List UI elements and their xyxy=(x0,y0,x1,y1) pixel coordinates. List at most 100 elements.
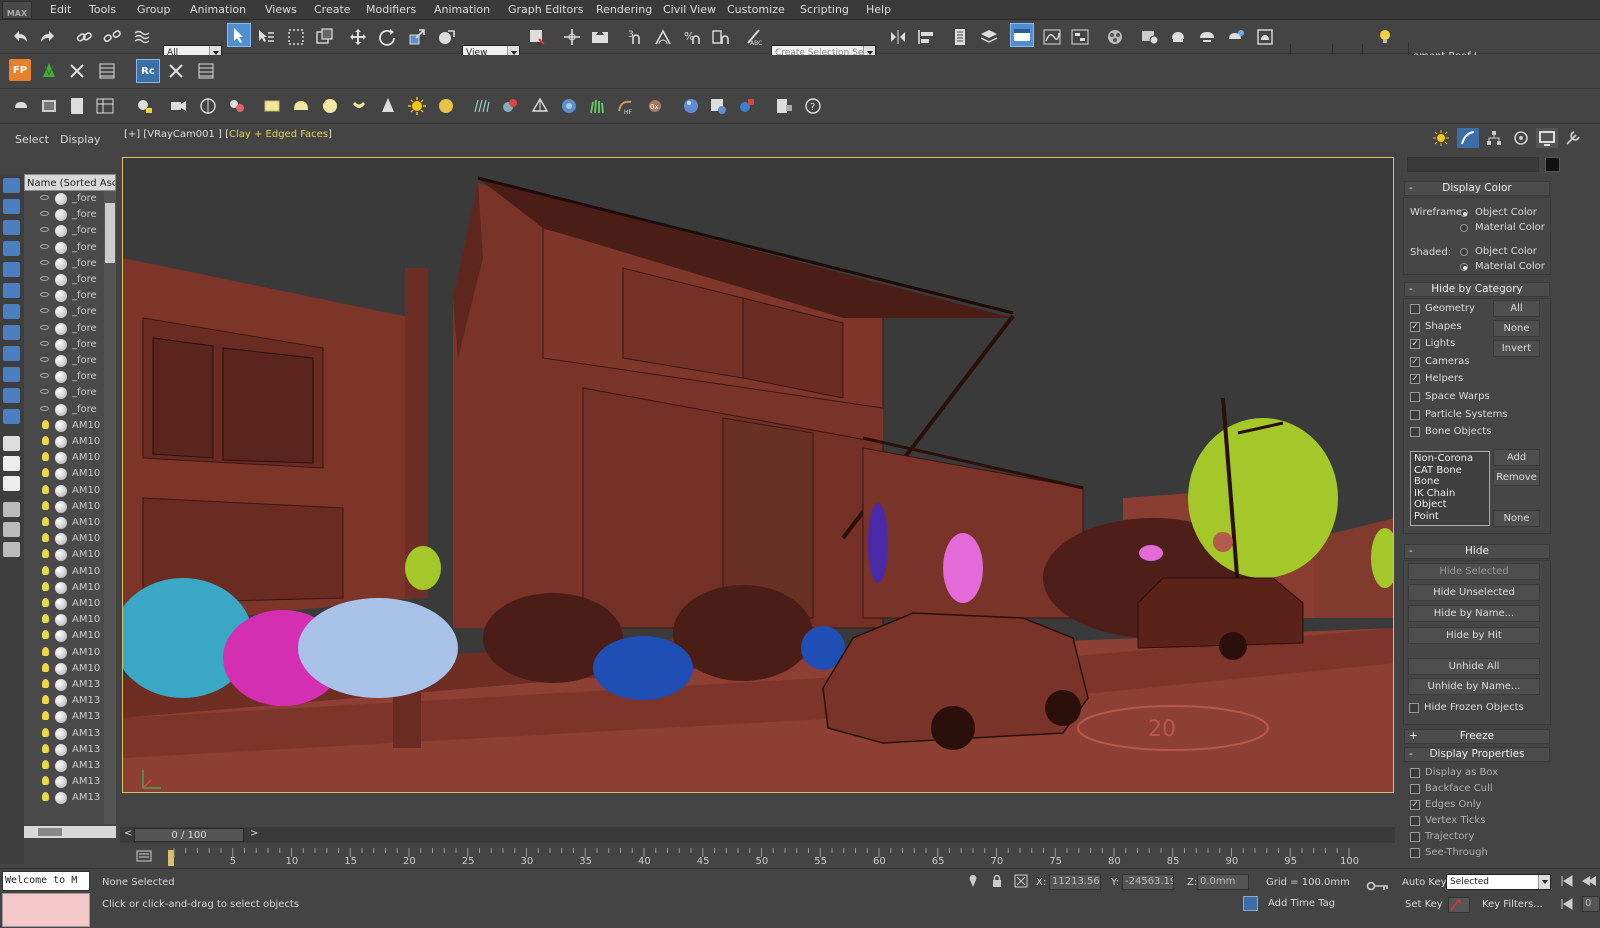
unhide-all-button[interactable]: Unhide All xyxy=(1408,658,1540,675)
category-space-warps-checkbox[interactable] xyxy=(1410,392,1420,402)
mini-curve-editor-icon[interactable] xyxy=(136,848,152,864)
category-add-button[interactable]: Add xyxy=(1493,449,1540,466)
ribbon-toggle-icon[interactable] xyxy=(1010,23,1034,47)
menu-tools[interactable]: Tools xyxy=(89,3,116,16)
list-item[interactable]: AM10 xyxy=(24,434,104,450)
tab-select[interactable]: Select xyxy=(15,133,49,146)
category-filter-list[interactable]: Non-Corona CAT Bone Bone IK Chain Object Poi… xyxy=(1410,451,1490,526)
list-item[interactable]: AM13 xyxy=(24,726,104,742)
list-item[interactable]: _fore xyxy=(24,191,104,207)
eye-icon[interactable] xyxy=(40,373,49,379)
list-item[interactable]: AM10 xyxy=(24,580,104,596)
list-item[interactable]: _fore xyxy=(24,207,104,223)
light-lister-icon[interactable] xyxy=(93,94,117,118)
track-bar[interactable]: 5 10 15 20 25 30 35 40 45 50 55 60 65 70 75 80 85 90 95 100 xyxy=(120,844,1395,868)
light-bulb-icon[interactable] xyxy=(42,581,49,591)
display-spacewarps-icon[interactable] xyxy=(3,304,20,319)
light-bulb-icon[interactable] xyxy=(42,646,49,656)
material-map-icon[interactable] xyxy=(706,94,730,118)
x-coordinate-field[interactable]: 11213.563 xyxy=(1049,874,1101,890)
list-item[interactable]: AM13 xyxy=(24,693,104,709)
render-iterative-icon[interactable] xyxy=(1224,25,1248,49)
category-none-button[interactable]: None xyxy=(1493,320,1540,337)
menu-views[interactable]: Views xyxy=(265,3,297,16)
dome-light-icon[interactable] xyxy=(289,94,313,118)
hide-rollout[interactable]: - Hide xyxy=(1404,544,1550,559)
ies-light-icon[interactable] xyxy=(376,94,400,118)
light-bulb-icon[interactable] xyxy=(42,484,49,494)
place-icon[interactable] xyxy=(434,25,458,49)
list-item[interactable]: AM13 xyxy=(24,790,104,806)
category-particle-systems-checkbox[interactable] xyxy=(1410,409,1420,420)
light-bulb-icon[interactable] xyxy=(42,419,49,429)
hide-by-hit-button[interactable]: Hide by Hit xyxy=(1408,627,1540,644)
z-coordinate-field[interactable]: 0.0mm xyxy=(1197,874,1249,890)
menu-animation[interactable]: Animation xyxy=(190,3,246,16)
unhide-by-name-button[interactable]: Unhide by Name... xyxy=(1408,678,1540,695)
bind-space-warp-icon[interactable] xyxy=(130,25,154,49)
light-bulb-icon[interactable] xyxy=(42,727,49,737)
teapot-render-icon[interactable] xyxy=(9,94,33,118)
layer-explorer-icon[interactable] xyxy=(977,25,1001,49)
menu-civil-view[interactable]: Civil View xyxy=(663,3,716,16)
edit-named-selection-icon[interactable]: ABC xyxy=(742,25,766,49)
select-and-manipulate-icon[interactable] xyxy=(560,25,584,49)
material-editor-icon[interactable] xyxy=(1103,25,1127,49)
y-coordinate-field[interactable]: -24563.19 xyxy=(1122,874,1174,890)
list-item[interactable]: _fore xyxy=(24,321,104,337)
light-bulb-icon[interactable] xyxy=(42,452,49,462)
create-tab-icon[interactable] xyxy=(1430,128,1452,148)
display-cameras-icon[interactable] xyxy=(3,262,20,277)
layer-manager-icon[interactable] xyxy=(3,522,20,537)
light-bulb-icon[interactable] xyxy=(42,598,49,607)
category-filter-list-item[interactable]: Non-Corona xyxy=(1414,453,1486,465)
display-invert-icon[interactable] xyxy=(3,476,20,491)
light-bulb-icon[interactable] xyxy=(42,500,49,510)
key-filters-button[interactable]: Key Filters... xyxy=(1482,899,1543,910)
light-bulb-icon[interactable] xyxy=(42,792,49,802)
menu-modifiers[interactable]: Modifiers xyxy=(366,3,416,16)
display-containers-icon[interactable] xyxy=(3,388,20,403)
list-item[interactable]: _fore xyxy=(24,288,104,304)
time-slider-thumb[interactable]: 0 / 100 xyxy=(134,828,244,842)
eye-icon[interactable] xyxy=(40,276,49,281)
camera-viewport[interactable]: 20 xyxy=(122,157,1394,793)
menu-edit[interactable]: Edit xyxy=(50,3,71,16)
display-color-rollout[interactable]: - Display Color xyxy=(1404,181,1550,196)
shaded-object-color-radio[interactable] xyxy=(1460,248,1468,256)
display-backface-cull-checkbox[interactable] xyxy=(1410,784,1420,794)
category-shapes-checkbox[interactable]: ✓ xyxy=(1410,321,1420,332)
display-backface-cull-label[interactable]: Backface Cull xyxy=(1425,783,1493,794)
display-hidden-icon[interactable] xyxy=(3,436,20,451)
maxscript-listener-field[interactable]: Welcome to M xyxy=(2,871,90,891)
shaded-material-color-radio[interactable] xyxy=(1460,263,1468,271)
light-bulb-icon[interactable] xyxy=(42,630,49,640)
display-all-icon[interactable] xyxy=(3,456,20,471)
display-helpers-icon[interactable] xyxy=(3,283,20,298)
eye-icon[interactable] xyxy=(40,259,49,265)
current-frame-field[interactable]: 0 xyxy=(1582,896,1600,912)
display-bones-icon[interactable] xyxy=(3,367,20,382)
category-filter-list-item[interactable]: IK Chain Object xyxy=(1414,488,1486,511)
menu-create[interactable]: Create xyxy=(314,3,351,16)
mesh-light-icon[interactable] xyxy=(347,94,371,118)
eye-icon[interactable] xyxy=(40,292,49,298)
list-item[interactable]: AM10 xyxy=(24,661,104,677)
hide-by-name-button[interactable]: Hide by Name... xyxy=(1408,605,1540,622)
curve-editor-icon[interactable] xyxy=(1040,25,1064,49)
eye-icon[interactable] xyxy=(40,324,49,330)
vray-light-icon[interactable] xyxy=(132,94,156,118)
light-bulb-icon[interactable] xyxy=(42,614,49,624)
light-bulb-icon[interactable] xyxy=(42,711,49,721)
hide-frozen-label[interactable]: Hide Frozen Objects xyxy=(1424,702,1524,713)
spinner-snap-icon[interactable] xyxy=(708,25,732,49)
list-item[interactable]: AM10 xyxy=(24,418,104,434)
display-vertex-ticks-label[interactable]: Vertex Ticks xyxy=(1425,815,1485,826)
list-item[interactable]: AM10 xyxy=(24,547,104,563)
fur-icon[interactable] xyxy=(470,94,494,118)
wireframe-material-color-radio[interactable] xyxy=(1460,224,1468,232)
list-item[interactable]: AM13 xyxy=(24,774,104,790)
eye-icon[interactable] xyxy=(40,195,49,200)
list-item[interactable]: _fore xyxy=(24,304,104,320)
auto-key-button[interactable]: Auto Key xyxy=(1402,877,1447,888)
